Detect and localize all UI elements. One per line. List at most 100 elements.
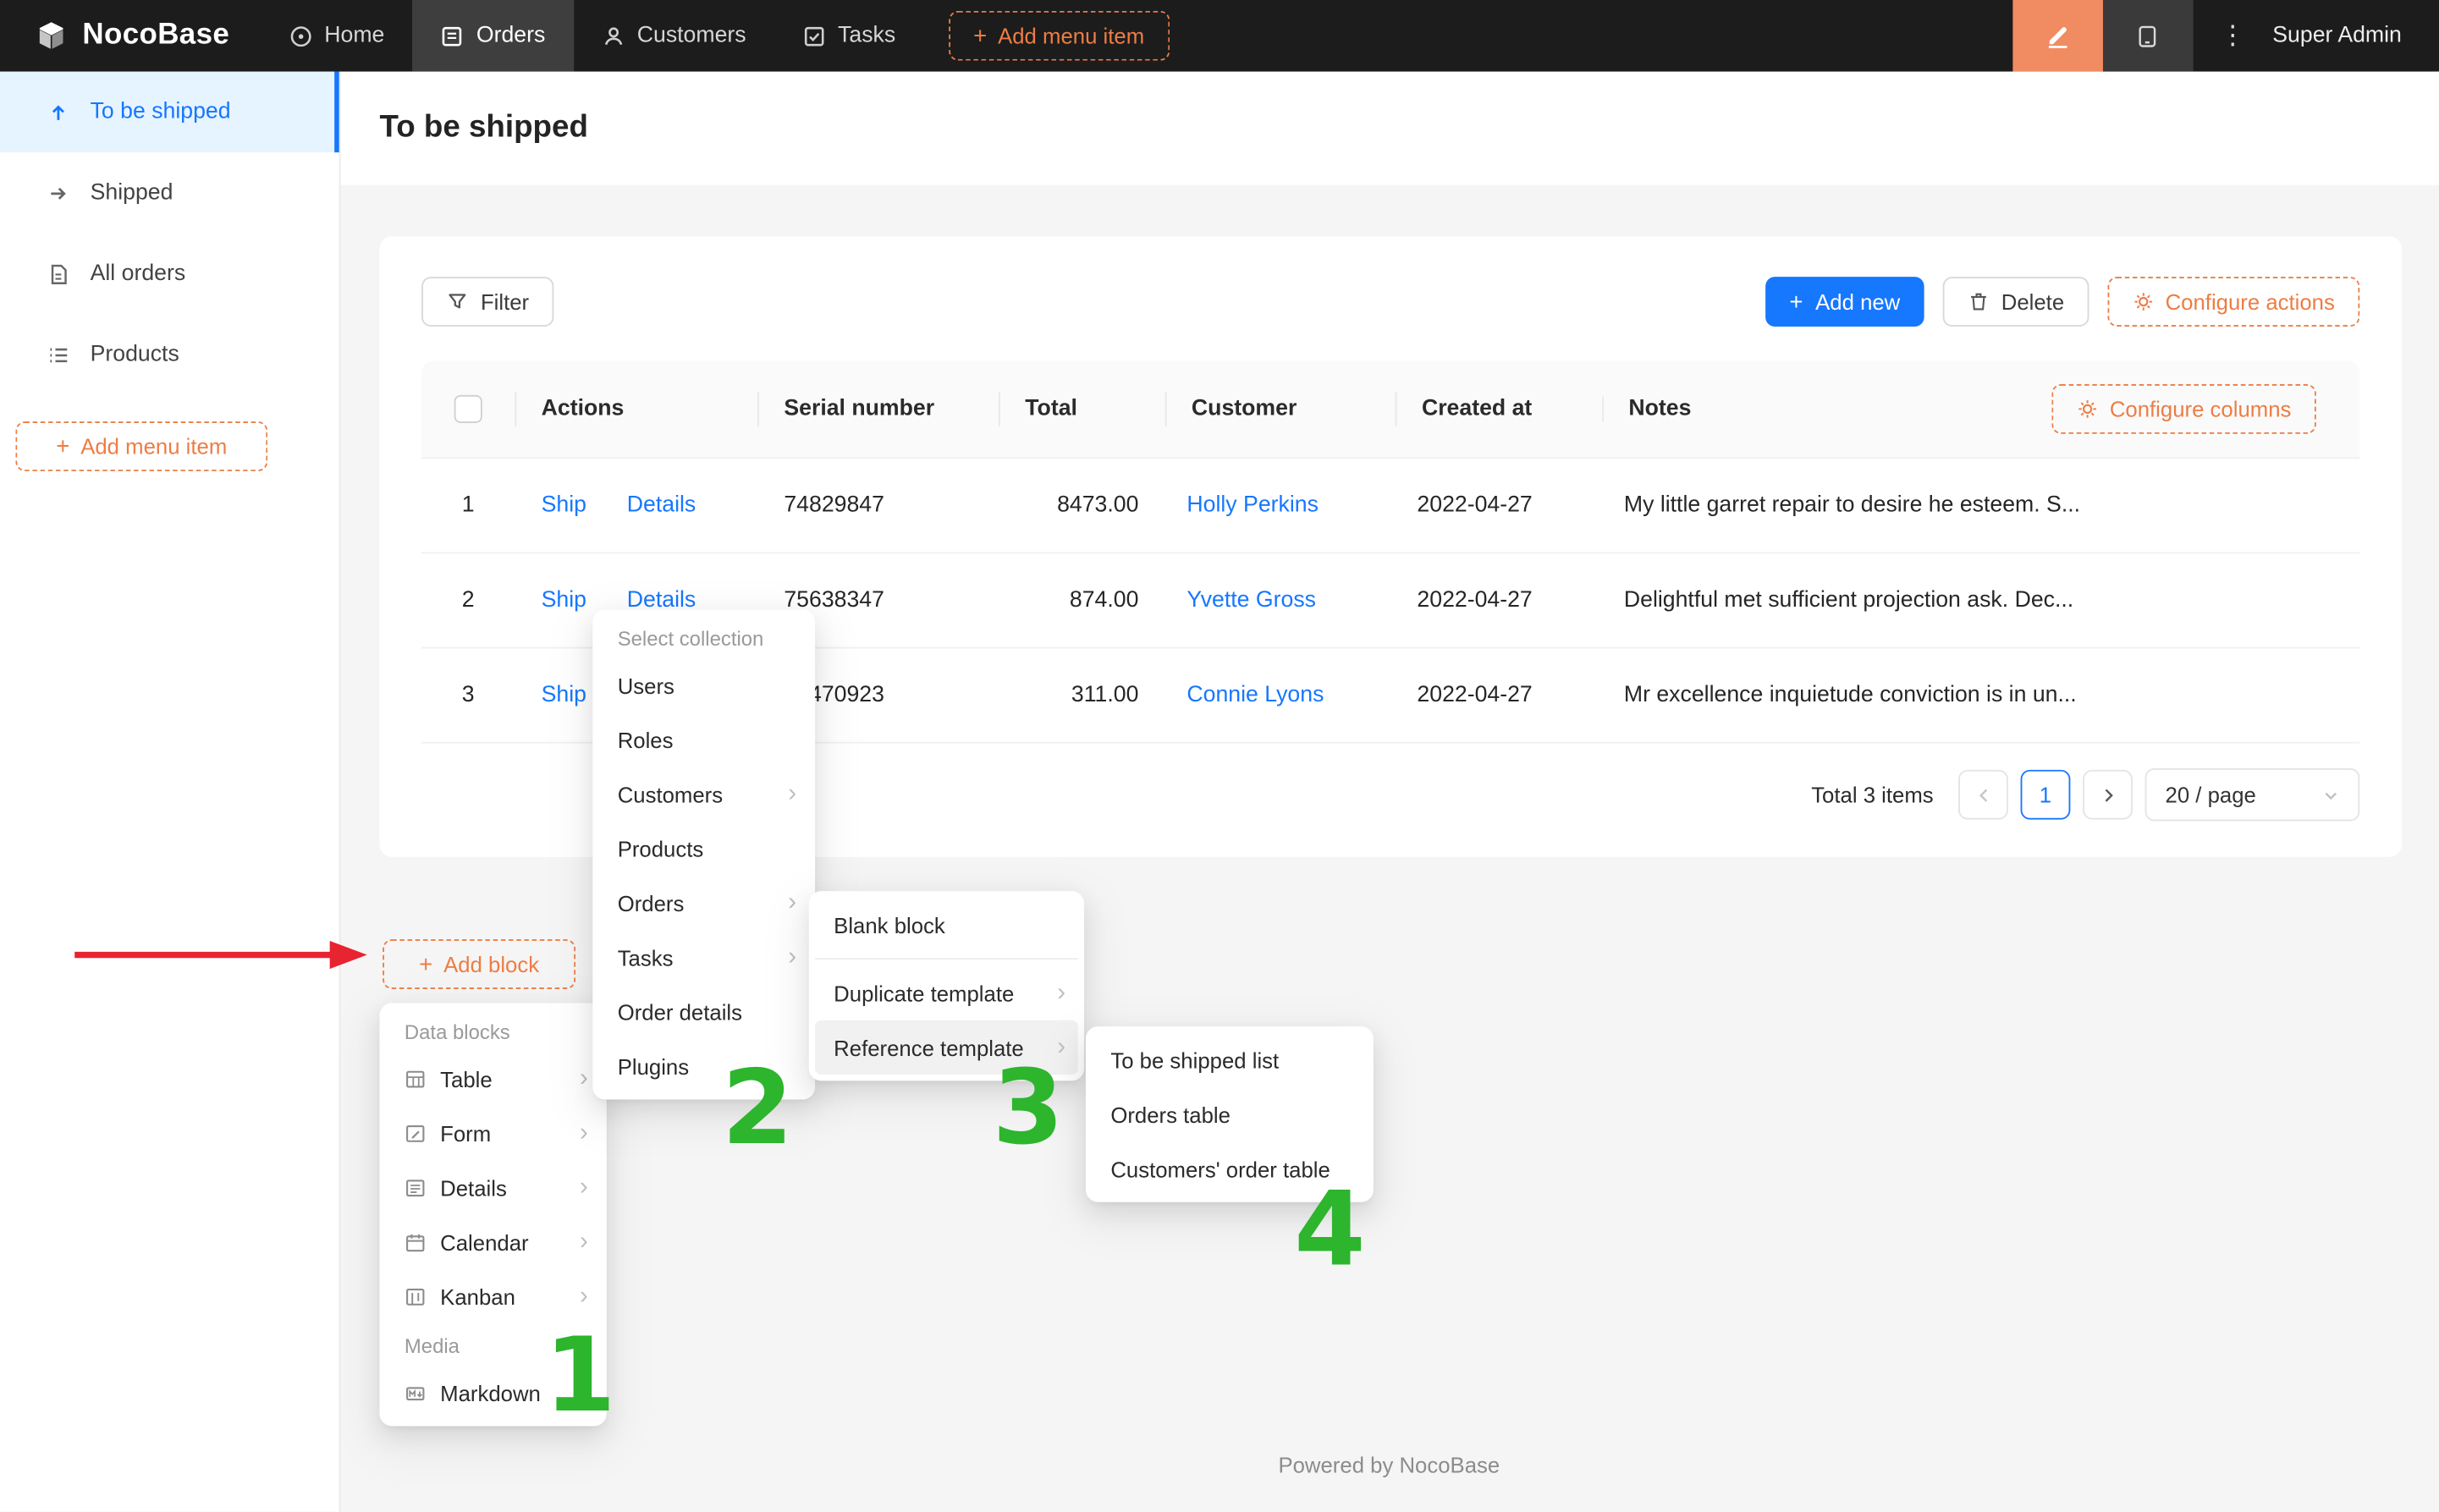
menu-group-label: Data blocks [386, 1009, 601, 1052]
menu-item-blank-block[interactable]: Blank block [815, 898, 1078, 952]
total-cell: 311.00 [999, 683, 1160, 707]
form-icon [405, 1122, 427, 1144]
annotation-number-4: 4 [1294, 1179, 1365, 1281]
table-icon [405, 1068, 427, 1090]
more-menu-button[interactable]: ⋮ [2194, 20, 2273, 52]
delete-button[interactable]: Delete [1942, 277, 2089, 327]
calendar-icon [405, 1231, 427, 1253]
table-row: 1 Ship Details 74829847 8473.00 Holly Pe… [421, 459, 2359, 553]
annotation-number-2: 2 [722, 1058, 793, 1160]
menu-item-customers[interactable]: Customers› [599, 767, 809, 821]
page-header: To be shipped [339, 72, 2439, 185]
nav-item-customers[interactable]: Customers [573, 0, 774, 72]
pagination-page-1[interactable]: 1 [2021, 770, 2071, 820]
nav-item-home[interactable]: Home [261, 0, 413, 72]
filter-button[interactable]: Filter [421, 277, 553, 327]
menu-item-table[interactable]: Table › [386, 1051, 601, 1105]
configure-columns-button[interactable]: Configure columns [2052, 384, 2316, 434]
menu-item-products[interactable]: Products [599, 821, 809, 875]
add-new-button[interactable]: + Add new [1766, 277, 1924, 327]
chevron-down-icon [2322, 786, 2339, 803]
chevron-right-icon: › [580, 1066, 588, 1091]
ship-link[interactable]: Ship [542, 683, 586, 707]
details-link[interactable]: Details [627, 493, 696, 518]
menu-item-to-be-shipped-list[interactable]: To be shipped list [1092, 1032, 1367, 1086]
created-at-cell: 2022-04-27 [1390, 493, 1597, 518]
customer-link[interactable]: Yvette Gross [1186, 588, 1316, 613]
notes-cell: Delightful met sufficient projection ask… [1598, 588, 2360, 613]
serial-cell: 74829847 [757, 493, 999, 518]
customer-link[interactable]: Holly Perkins [1186, 493, 1319, 518]
pagination-next-button[interactable] [2083, 770, 2133, 820]
menu-item-roles[interactable]: Roles [599, 712, 809, 767]
add-menu-item-button-sidebar[interactable]: + Add menu item [15, 421, 267, 471]
notes-cell: Mr excellence inquietude conviction is i… [1598, 683, 2360, 707]
row-index: 3 [421, 683, 515, 707]
menu-item-form[interactable]: Form › [386, 1106, 601, 1160]
sidebar-item-to-be-shipped[interactable]: To be shipped [0, 72, 339, 153]
home-icon [289, 24, 312, 47]
menu-group-label: Select collection [599, 616, 809, 658]
sidebar-item-shipped[interactable]: Shipped [0, 152, 339, 234]
add-menu-item-button-top[interactable]: + Add menu item [949, 11, 1170, 61]
markdown-icon [405, 1382, 427, 1404]
top-menu: Home Orders Customers Tasks + Add menu i… [261, 0, 1170, 72]
sidebar-item-products[interactable]: Products [0, 314, 339, 395]
chevron-right-icon: › [580, 1229, 588, 1254]
nocobase-logo[interactable]: NocoBase [0, 19, 261, 52]
trash-icon [1967, 291, 1989, 313]
user-menu[interactable]: Super Admin [2272, 24, 2439, 48]
ship-link[interactable]: Ship [542, 588, 586, 613]
navbar-right: ⋮ Super Admin [2012, 0, 2439, 72]
menu-item-orders[interactable]: Orders› [599, 876, 809, 930]
menu-item-order-details[interactable]: Order details [599, 984, 809, 1038]
ui-editor-button[interactable] [2012, 0, 2103, 72]
pagination-total: Total 3 items [1811, 783, 1933, 807]
pagination-prev-button[interactable] [1958, 770, 2008, 820]
add-block-button[interactable]: + Add block [383, 939, 575, 989]
menu-item-tasks[interactable]: Tasks› [599, 930, 809, 984]
ship-link[interactable]: Ship [542, 493, 586, 518]
chevron-right-icon: › [788, 782, 796, 806]
row-index: 2 [421, 588, 515, 613]
created-at-cell: 2022-04-27 [1390, 588, 1597, 613]
chevron-right-icon [2098, 784, 2118, 805]
gear-icon [2077, 399, 2099, 421]
nav-item-orders[interactable]: Orders [412, 0, 573, 72]
top-navbar: NocoBase Home Orders Customers Tasks + A… [0, 0, 2439, 72]
menu-item-orders-table[interactable]: Orders table [1092, 1087, 1367, 1141]
chevron-left-icon [1974, 784, 1994, 805]
menu-item-users[interactable]: Users [599, 657, 809, 712]
app-viewport: NocoBase Home Orders Customers Tasks + A… [0, 0, 2439, 1512]
arrow-right-icon [47, 181, 70, 205]
sidebar-item-all-orders[interactable]: All orders [0, 234, 339, 315]
configure-actions-button[interactable]: Configure actions [2108, 277, 2360, 327]
chevron-right-icon: › [580, 1175, 588, 1200]
nav-item-tasks[interactable]: Tasks [774, 0, 924, 72]
tasks-icon [802, 24, 826, 47]
total-cell: 874.00 [999, 588, 1160, 613]
annotation-number-3: 3 [993, 1058, 1064, 1160]
customer-link[interactable]: Connie Lyons [1186, 683, 1324, 707]
mobile-icon [2135, 23, 2161, 49]
menu-item-duplicate-template[interactable]: Duplicate template› [815, 965, 1078, 1020]
chevron-right-icon: › [580, 1120, 588, 1145]
page-size-select[interactable]: 20 / page [2145, 768, 2360, 821]
total-cell: 8473.00 [999, 493, 1160, 518]
column-header-actions: Actions [515, 397, 757, 421]
sidebar-item-label: Products [91, 342, 179, 366]
select-collection-menu: Select collection Users Roles Customers›… [592, 609, 815, 1099]
nav-item-label: Customers [637, 24, 746, 48]
sidebar-item-label: All orders [91, 261, 186, 286]
gear-icon [2133, 291, 2155, 313]
select-all-checkbox[interactable] [454, 395, 482, 423]
plus-icon: + [56, 435, 69, 459]
chevron-right-icon: › [788, 890, 796, 915]
document-icon [47, 262, 70, 286]
mobile-button[interactable] [2103, 0, 2194, 72]
menu-item-calendar[interactable]: Calendar › [386, 1214, 601, 1268]
table-header-row: Actions Serial number Total Customer Cre… [421, 360, 2359, 459]
annotation-number-1: 1 [544, 1325, 615, 1427]
nav-item-label: Tasks [838, 24, 895, 48]
menu-item-details[interactable]: Details › [386, 1160, 601, 1214]
